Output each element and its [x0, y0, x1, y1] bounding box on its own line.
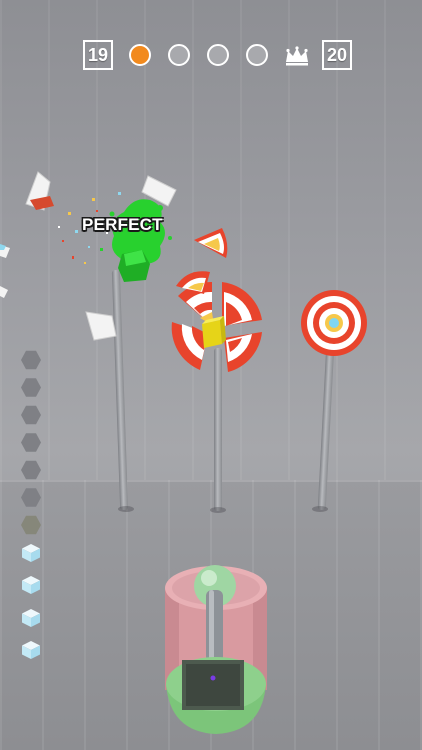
game-scene[interactable]: 19 20 PERFECT: [0, 0, 422, 750]
launcher-barrel: [206, 590, 223, 662]
launcher-base: [166, 657, 266, 734]
launcher[interactable]: [0, 0, 422, 750]
